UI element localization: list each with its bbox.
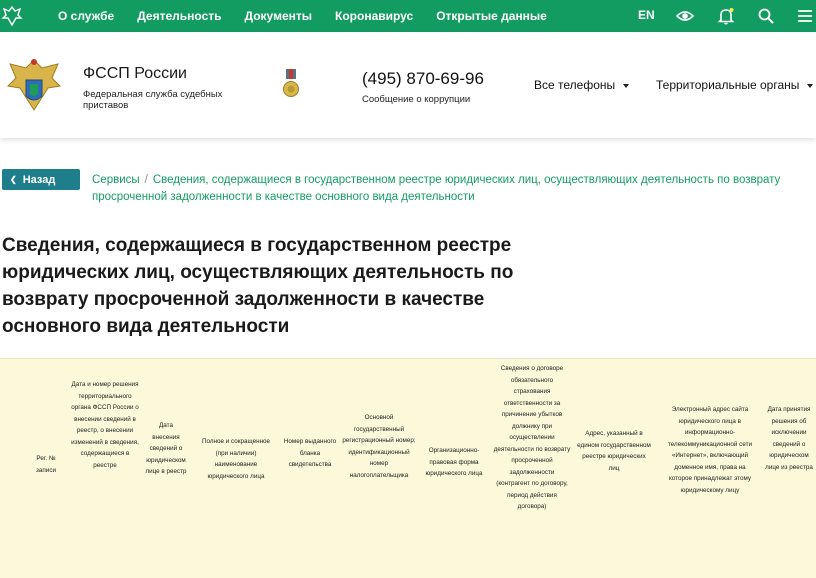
column-header: Дата принятия решения об исключении свед…	[765, 406, 813, 471]
nav-link-open-data[interactable]: Открытые данные	[436, 9, 547, 23]
column-header: Электронный адрес сайта юридического лиц…	[667, 406, 753, 494]
eye-icon[interactable]	[675, 6, 695, 26]
site-header: ФССП России Федеральная служба судебных …	[0, 32, 816, 138]
chevron-left-icon: ❮	[10, 175, 17, 184]
column-header: Сведения о договоре обязательного страхо…	[493, 365, 571, 510]
column-header: Полное и сокращенное (при наличии) наиме…	[201, 438, 271, 480]
page-title: Сведения, содержащиеся в государственном…	[2, 235, 514, 337]
hotline-phone[interactable]: (495) 870-69-96	[362, 69, 484, 89]
menu-icon[interactable]	[795, 6, 815, 26]
column-header: Дата внесения сведений о юридическом лиц…	[145, 422, 187, 475]
fssp-logo-icon[interactable]	[4, 54, 64, 116]
column-header: Адрес, указанный в едином государственно…	[577, 430, 651, 472]
breadcrumb: Сервисы / Сведения, содержащиеся в государ…	[92, 172, 807, 206]
hotline: (495) 870-69-96 Сообщение о коррупции	[362, 69, 484, 105]
column-header: Номер выданного бланка свидетельства	[283, 438, 337, 468]
org-full-name: Федеральная служба судебных приставов	[83, 89, 223, 111]
top-nav-links: О службе Деятельность Документы Коронави…	[58, 0, 570, 32]
chevron-down-icon	[623, 83, 630, 88]
corruption-report-link[interactable]: Сообщение о коррупции	[362, 94, 484, 105]
column-header: Основной государственный регистрационный…	[342, 414, 416, 479]
all-phones-label: Все телефоны	[534, 78, 616, 92]
brand[interactable]: ФССП России Федеральная служба судебных …	[83, 65, 233, 111]
nav-link-coronavirus[interactable]: Коронавирус	[335, 9, 413, 23]
top-navbar: О службе Деятельность Документы Коронави…	[0, 0, 816, 32]
breadcrumb-current[interactable]: Сведения, содержащиеся в государственном…	[92, 174, 780, 203]
nav-link-about[interactable]: О службе	[58, 9, 114, 23]
back-button[interactable]: ❮ Назад	[2, 169, 80, 190]
nav-link-documents[interactable]: Документы	[245, 9, 312, 23]
breadcrumb-root[interactable]: Сервисы	[92, 174, 140, 186]
back-label: Назад	[22, 173, 56, 186]
breadcrumb-separator: /	[144, 174, 148, 186]
org-name: ФССП России	[83, 65, 187, 82]
territorial-dropdown[interactable]: Территориальные органы	[656, 78, 814, 92]
bell-icon[interactable]	[716, 6, 736, 26]
search-icon[interactable]	[756, 6, 776, 26]
column-header: Рег. № записи	[36, 455, 56, 474]
all-phones-dropdown[interactable]: Все телефоны	[534, 78, 630, 92]
territorial-label: Территориальные органы	[656, 78, 800, 92]
language-switch[interactable]: EN	[638, 8, 655, 22]
registry-table: Рег. № записи Дата и номер решения терри…	[0, 358, 816, 578]
column-header: Дата и номер решения территориального ор…	[71, 381, 139, 469]
chevron-down-icon	[807, 83, 814, 88]
column-header: Организационно-правовая форма юридическо…	[425, 447, 483, 477]
fssp-emblem-icon[interactable]	[0, 4, 24, 28]
nav-link-activity[interactable]: Деятельность	[137, 9, 221, 23]
medal-icon	[283, 69, 299, 97]
